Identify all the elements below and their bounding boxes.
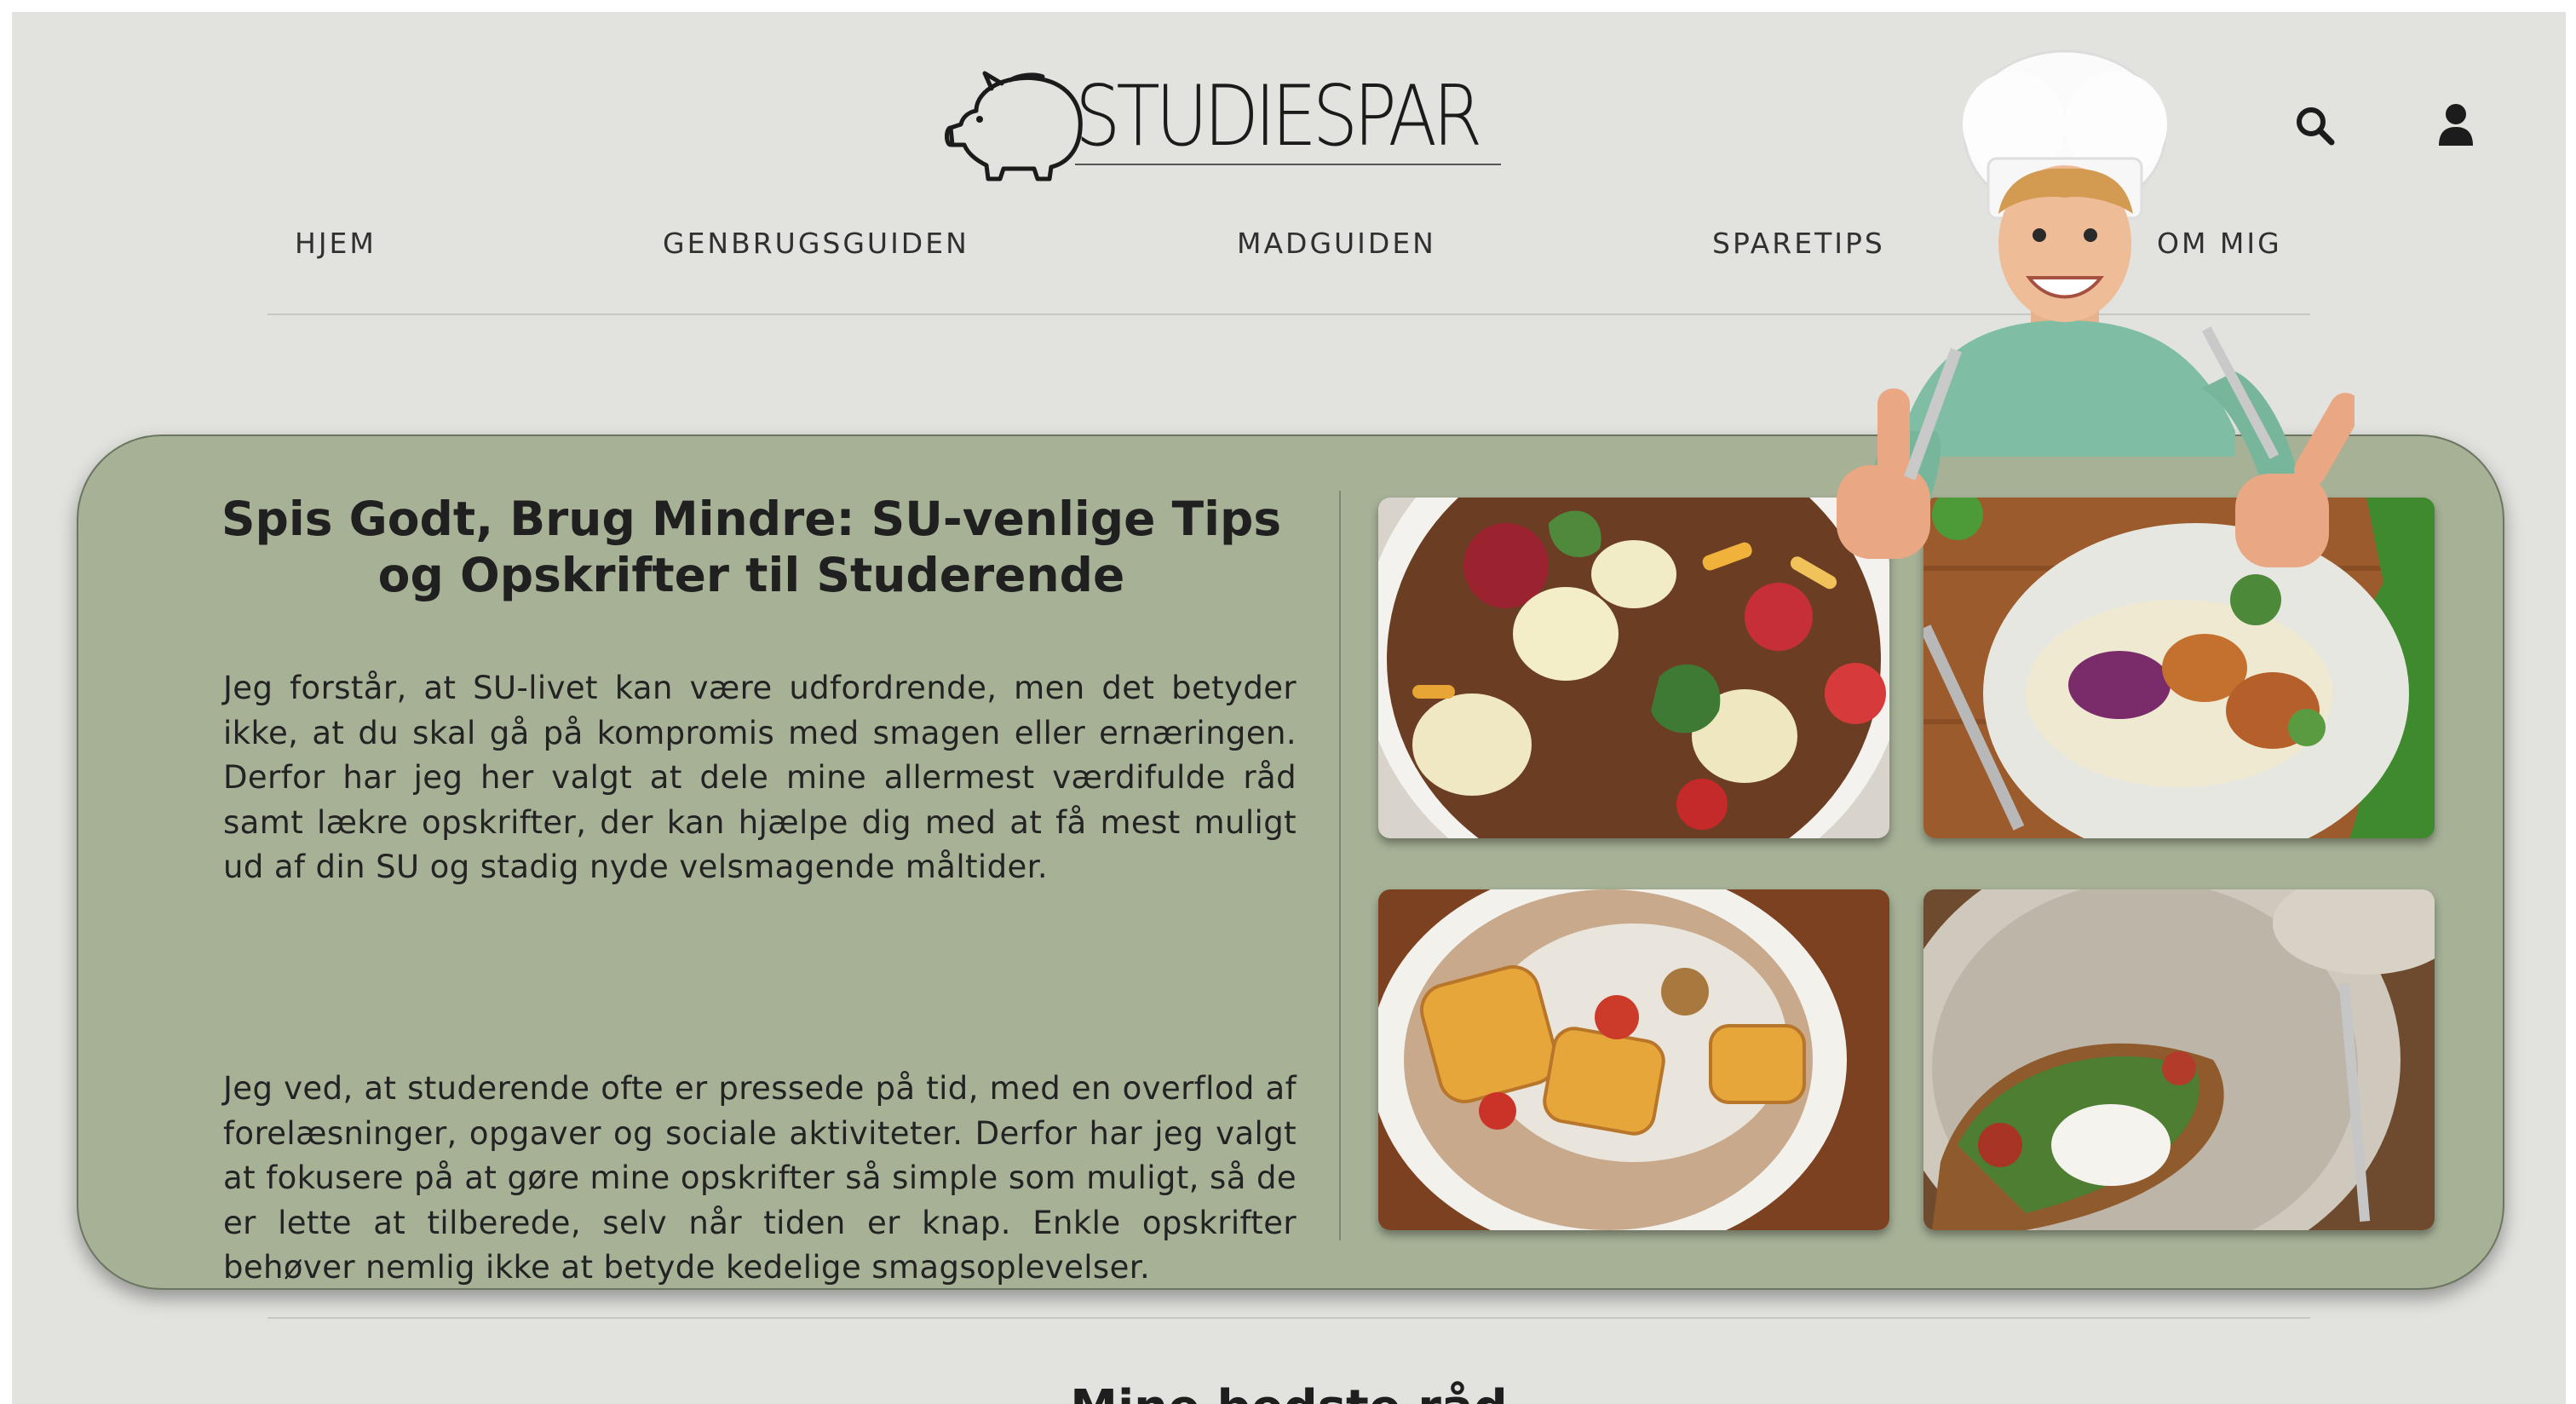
card-divider [1339,491,1341,1240]
hero-paragraph-1: Jeg forstår, at SU-livet kan være udford… [223,670,1297,885]
logo-underline [1075,164,1501,165]
wrap-photo[interactable] [1378,889,1889,1230]
toast-photo[interactable] [1923,889,2435,1230]
piggy-bank-icon [945,71,1083,181]
nav-item-madguiden[interactable]: MADGUIDEN [1237,227,1436,260]
page: STUDIESPAR HJEM GENBRUGSGUIDEN MADGUIDEN… [12,12,2566,1404]
section-divider [267,1317,2310,1319]
hero-paragraph-2: Jeg ved, at studerende ofte er pressede … [223,1070,1297,1286]
user-icon [2439,104,2473,146]
chef-mascot-image [1758,31,2362,619]
section-title: Mine bedste råd [12,1380,2566,1404]
nav-item-hjem[interactable]: HJEM [295,227,377,260]
hero-title: Spis Godt, Brug Mindre: SU-venlige Tips … [221,492,1282,602]
logo-text: STUDIESPAR [1075,68,1482,165]
studiespar-logo[interactable]: STUDIESPAR [942,60,1504,187]
account-button[interactable] [2426,95,2486,155]
nav-item-genbrugsguiden[interactable]: GENBRUGSGUIDEN [663,227,969,260]
